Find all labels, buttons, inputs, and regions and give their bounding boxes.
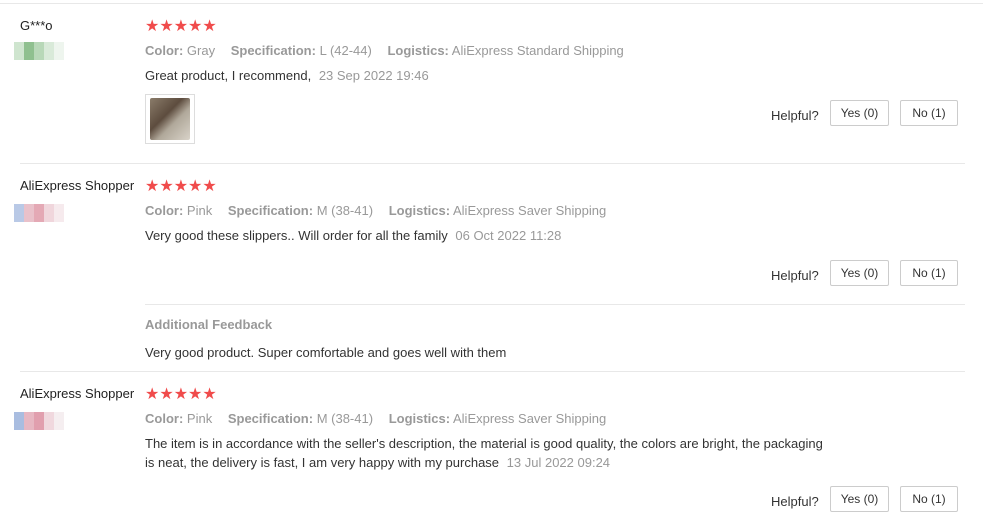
review-photo-thumbnail[interactable] <box>145 94 195 144</box>
country-flag <box>14 412 64 430</box>
top-divider <box>0 3 983 4</box>
review-body-line-2: is neat, the delivery is fast, I am very… <box>145 453 875 472</box>
additional-feedback-text: Very good product. Super comfortable and… <box>145 345 507 360</box>
logistics-value: AliExpress Saver Shipping <box>453 411 607 426</box>
review-body: Great product, I recommend, <box>145 68 312 83</box>
rating-stars: ★★★★★ <box>145 178 217 195</box>
review-attributes: Color: Gray Specification: L (42-44) Log… <box>145 43 624 58</box>
spec-value: M (38-41) <box>316 203 374 218</box>
helpful-label: Helpful? <box>771 108 819 123</box>
color-value: Pink <box>186 203 213 218</box>
helpful-no-button[interactable]: No (1) <box>900 100 958 126</box>
logistics-value: AliExpress Standard Shipping <box>451 43 624 58</box>
review-item: AliExpress Shopper ★★★★★ Color: Pink Spe… <box>0 386 983 526</box>
logistics-value: AliExpress Saver Shipping <box>453 203 607 218</box>
review-item: G***o ★★★★★ Color: Gray Specification: L… <box>0 18 983 163</box>
review-text: Great product, I recommend, 23 Sep 2022 … <box>145 66 875 85</box>
spec-label: Specification: <box>230 43 316 58</box>
helpful-label: Helpful? <box>771 268 819 283</box>
helpful-no-button[interactable]: No (1) <box>900 260 958 286</box>
spec-label: Specification: <box>227 203 314 218</box>
review-date: 23 Sep 2022 19:46 <box>318 68 429 83</box>
review-text: The item is in accordance with the selle… <box>145 434 875 472</box>
review-text: Very good these slippers.. Will order fo… <box>145 226 875 245</box>
review-body-line-1: The item is in accordance with the selle… <box>145 436 823 451</box>
helpful-yes-button[interactable]: Yes (0) <box>830 486 889 512</box>
rating-stars: ★★★★★ <box>145 386 217 403</box>
reviewer-name: G***o <box>20 18 53 33</box>
color-value: Pink <box>186 411 213 426</box>
country-flag <box>14 42 64 60</box>
helpful-label: Helpful? <box>771 494 819 509</box>
review-attributes: Color: Pink Specification: M (38-41) Log… <box>145 411 606 426</box>
color-value: Gray <box>186 43 216 58</box>
review-item: AliExpress Shopper ★★★★★ Color: Pink Spe… <box>0 178 983 371</box>
logistics-label: Logistics: <box>388 203 451 218</box>
review-body: is neat, the delivery is fast, I am very… <box>145 455 500 470</box>
helpful-yes-button[interactable]: Yes (0) <box>830 260 889 286</box>
color-label: Color: <box>145 43 184 58</box>
logistics-label: Logistics: <box>388 411 451 426</box>
logistics-label: Logistics: <box>387 43 449 58</box>
helpful-no-button[interactable]: No (1) <box>900 486 958 512</box>
helpful-yes-button[interactable]: Yes (0) <box>830 100 889 126</box>
country-flag <box>14 204 64 222</box>
review-date: 06 Oct 2022 11:28 <box>455 228 562 243</box>
spec-value: L (42-44) <box>319 43 372 58</box>
color-label: Color: <box>145 203 184 218</box>
review-date: 13 Jul 2022 09:24 <box>506 455 611 470</box>
review-attributes: Color: Pink Specification: M (38-41) Log… <box>145 203 606 218</box>
rating-stars: ★★★★★ <box>145 18 217 35</box>
reviewer-name: AliExpress Shopper <box>20 386 135 401</box>
spec-label: Specification: <box>227 411 314 426</box>
review-photo <box>150 98 190 140</box>
additional-feedback-divider <box>145 304 965 305</box>
spec-value: M (38-41) <box>316 411 374 426</box>
reviewer-name: AliExpress Shopper <box>20 178 135 193</box>
review-divider <box>20 163 965 164</box>
additional-feedback-title: Additional Feedback <box>145 317 273 332</box>
review-body: Very good these slippers.. Will order fo… <box>145 228 448 243</box>
review-divider <box>20 371 965 372</box>
color-label: Color: <box>145 411 184 426</box>
